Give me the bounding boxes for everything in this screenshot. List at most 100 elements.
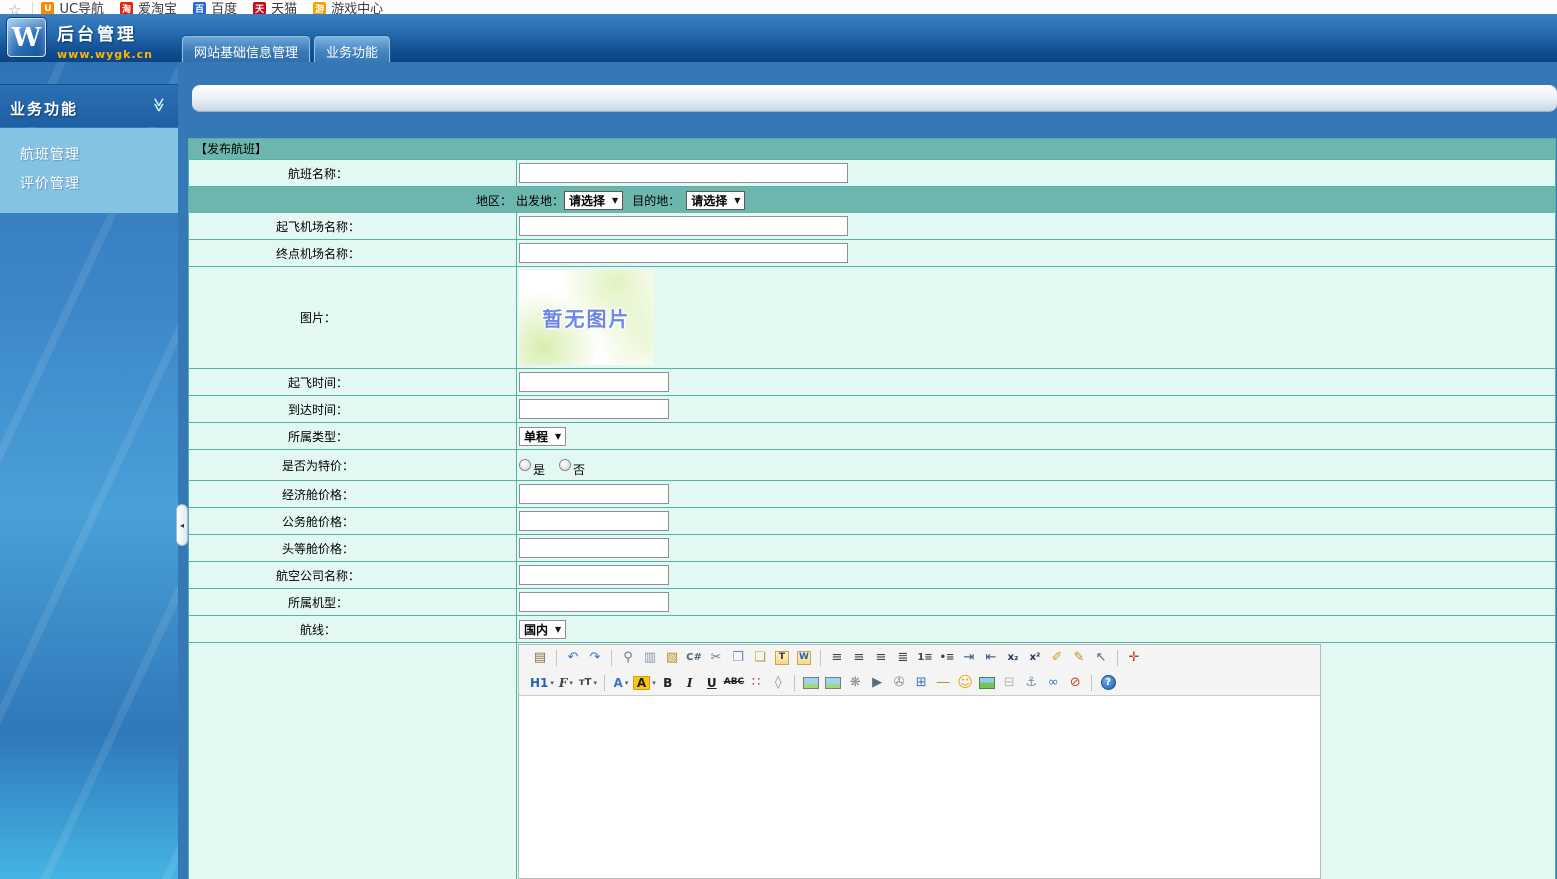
view-source-icon[interactable]: ▤ <box>530 648 550 668</box>
print-preview-icon[interactable]: ⚲ <box>618 648 638 668</box>
field-label: 所属类型： <box>189 423 516 449</box>
bookmark-baidu[interactable]: 百 百度 <box>193 2 237 14</box>
business-price-input[interactable] <box>519 511 669 531</box>
field-value: 是 否 <box>516 450 1555 480</box>
link-icon[interactable]: ∞ <box>1043 673 1063 693</box>
undo-icon[interactable]: ↶ <box>563 648 583 668</box>
economy-price-input[interactable] <box>519 484 669 504</box>
insert-multi-image-icon[interactable] <box>823 673 843 693</box>
copy-icon[interactable]: ❐ <box>728 648 748 668</box>
paste-word-icon[interactable]: W <box>794 648 814 668</box>
arrive-time-input[interactable] <box>519 399 669 419</box>
format-brush-icon[interactable]: ✐ <box>1047 648 1067 668</box>
trip-type-select[interactable]: 单程 ▼ <box>519 426 567 446</box>
depart-time-input[interactable] <box>519 372 669 392</box>
arrive-airport-input[interactable] <box>519 243 848 263</box>
font-family-icon[interactable]: F ▾ <box>556 673 576 693</box>
bookmark-tmall[interactable]: 天 天猫 <box>253 2 297 14</box>
logo-letter: W <box>11 22 42 53</box>
sidebar-item-review-management[interactable]: 评价管理 <box>0 170 178 199</box>
paste-text-icon[interactable]: T <box>772 648 792 668</box>
insert-media-icon[interactable]: ▶ <box>867 673 887 693</box>
save-icon[interactable]: ⊟ <box>999 673 1019 693</box>
dropdown-caret-icon: ▾ <box>550 678 554 687</box>
route-select[interactable]: 国内 ▼ <box>519 619 567 639</box>
insert-gallery-icon[interactable] <box>977 673 997 693</box>
bookmark-game-center[interactable]: 游 游戏中心 <box>313 2 383 14</box>
subscript-icon[interactable]: x₂ <box>1003 648 1023 668</box>
field-label: 到达时间： <box>189 396 516 422</box>
paste-icon[interactable]: ❏ <box>750 648 770 668</box>
align-justify-icon[interactable]: ≣ <box>893 648 913 668</box>
outdent-icon[interactable]: ⇤ <box>981 648 1001 668</box>
field-label: 图片： <box>189 267 516 368</box>
editor-body[interactable] <box>519 695 1320 878</box>
label-text: 头等舱价格： <box>281 541 354 556</box>
anchor-icon[interactable]: ⚓ <box>1021 673 1041 693</box>
emoticon-icon[interactable]: ☺ <box>955 673 975 693</box>
insert-image-icon[interactable] <box>801 673 821 693</box>
destination-select-value: 请选择 <box>691 193 728 208</box>
edit-note-icon[interactable]: ✎ <box>1069 648 1089 668</box>
underline-icon[interactable]: U <box>702 673 722 693</box>
italic-icon[interactable]: I <box>680 673 700 693</box>
font-size-icon[interactable]: тT ▾ <box>578 673 598 693</box>
depart-select[interactable]: 请选择 ▼ <box>564 190 624 210</box>
template-icon[interactable]: ▧ <box>662 648 682 668</box>
text-color-icon[interactable]: A ▾ <box>611 673 631 693</box>
insert-table-icon[interactable]: ⊞ <box>911 673 931 693</box>
star-icon[interactable]: ☆ <box>8 3 21 15</box>
depart-airport-input[interactable] <box>519 216 848 236</box>
bold-icon[interactable]: B <box>658 673 678 693</box>
remove-format-icon[interactable]: ◊ <box>768 673 788 693</box>
print-icon[interactable]: ▥ <box>640 648 660 668</box>
bookmark-uc-navigation[interactable]: U UC导航 <box>41 2 104 14</box>
select-cursor-icon[interactable]: ↖ <box>1091 648 1111 668</box>
bullet-list-icon[interactable]: •≡ <box>937 648 957 668</box>
indent-icon[interactable]: ⇥ <box>959 648 979 668</box>
sidebar-collapse-handle[interactable]: ◂ <box>176 504 188 546</box>
align-left-icon[interactable]: ≡ <box>827 648 847 668</box>
dropdown-caret-icon: ▾ <box>652 678 656 687</box>
tab-site-basic-info[interactable]: 网站基础信息管理 <box>182 36 311 62</box>
unlink-icon[interactable]: ⊘ <box>1065 673 1085 693</box>
align-center-icon[interactable]: ≡ <box>849 648 869 668</box>
special-offer-yes-radio[interactable] <box>519 459 531 471</box>
first-class-price-input[interactable] <box>519 538 669 558</box>
destination-select[interactable]: 请选择 ▼ <box>686 190 746 210</box>
chevron-down-icon: ▼ <box>555 431 562 441</box>
divider <box>32 2 34 14</box>
trip-type-value: 单程 <box>524 429 549 444</box>
dropdown-caret-icon: ▾ <box>624 678 629 687</box>
align-right-icon[interactable]: ≡ <box>871 648 891 668</box>
label-text: 所属机型： <box>287 595 348 610</box>
bookmark-aitaobao[interactable]: 淘 爱淘宝 <box>120 2 177 14</box>
horizontal-rule-icon[interactable]: ― <box>933 673 953 693</box>
superscript-icon[interactable]: x² <box>1025 648 1045 668</box>
sidebar-item-flight-management[interactable]: 航班管理 <box>0 141 178 170</box>
aircraft-model-input[interactable] <box>519 592 669 612</box>
chevron-collapse-icon[interactable]: ≫ <box>151 98 167 113</box>
special-offer-no-radio[interactable] <box>559 459 572 471</box>
cut-icon[interactable]: ✂ <box>706 648 726 668</box>
destination-label: 目的地： <box>632 193 681 208</box>
highlight-color-icon[interactable]: A ▾ <box>632 673 656 693</box>
field-value <box>516 562 1555 588</box>
airline-name-input[interactable] <box>519 565 669 585</box>
label-text: 航班名称： <box>287 166 348 181</box>
insert-flash-icon[interactable]: ❋ <box>845 673 865 693</box>
tab-business-functions[interactable]: 业务功能 <box>314 36 391 62</box>
line-spacing-icon[interactable]: ∷ <box>746 673 766 693</box>
flight-name-input[interactable] <box>519 163 848 183</box>
ordered-list-icon[interactable]: 1≡ <box>915 648 935 668</box>
editor-toolbar-row2: H1 ▾ F ▾ тT ▾ A ▾ A ▾ B I U ABC ∷ ◊ ❋ ▶ ✇ ⊞ ― ☺ ⊟ ⚓ ∞ ⊘? <box>519 670 1320 695</box>
sidebar-section-title: 业务功能 <box>10 100 79 118</box>
sidebar-section-header[interactable]: 业务功能 ≫ <box>0 84 178 127</box>
strikethrough-icon[interactable]: ABC <box>724 673 744 693</box>
fullscreen-icon[interactable]: ✛ <box>1124 648 1144 668</box>
redo-icon[interactable]: ↷ <box>585 648 605 668</box>
help-icon[interactable]: ? <box>1098 673 1118 693</box>
attachment-icon[interactable]: ✇ <box>889 673 909 693</box>
code-csharp-icon[interactable]: C# <box>684 648 704 668</box>
heading-format-icon[interactable]: H1 ▾ <box>530 673 554 693</box>
